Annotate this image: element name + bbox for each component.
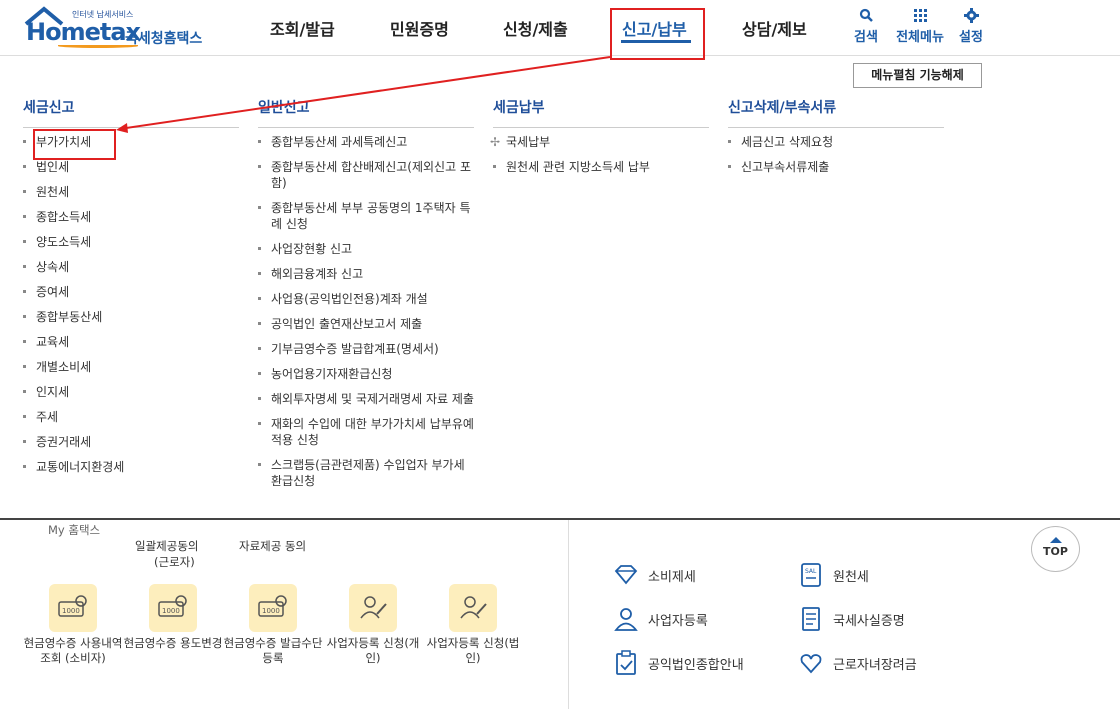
menu-item-national-tax-payment[interactable]: ✢ 국세납부 <box>490 134 709 150</box>
heart-hands-icon <box>800 654 822 674</box>
menu-item-general[interactable]: 스크랩등(금관련제품) 수입업자 부가세 환급신청 <box>258 457 474 489</box>
menu-column-title: 세금신고 <box>23 96 239 128</box>
menu-column-general-report: 일반신고 종합부동산세 과세특례신고 종합부동산세 합산배제신고(제외신고 포함… <box>258 96 474 498</box>
menu-item-local-income-tax-payment[interactable]: 원천세 관련 지방소득세 납부 <box>493 159 709 175</box>
receipt-search-icon[interactable]: 1000 <box>249 584 297 632</box>
menu-expand-disable-button[interactable]: 메뉴펼침 기능해제 <box>853 63 982 88</box>
nav-item-inquiry[interactable]: 조회/발급 <box>270 0 335 56</box>
menu-item-gift-tax[interactable]: 증여세 <box>23 284 239 300</box>
person-pen-icon[interactable] <box>349 584 397 632</box>
menu-item-general[interactable]: 해외투자명세 및 국제거래명세 자료 제출 <box>258 391 474 407</box>
menu-item-general[interactable]: 공익법인 출연재산보고서 제출 <box>258 316 474 332</box>
menu-item-general[interactable]: 재화의 수입에 대한 부가가치세 납부유예 적용 신청 <box>258 416 474 448</box>
menu-column-title: 신고삭제/부속서류 <box>728 96 944 128</box>
menu-item-capital-gains-tax[interactable]: 양도소득세 <box>23 234 239 250</box>
menu-column-tax-payment: 세금납부 ✢ 국세납부 원천세 관련 지방소득세 납부 <box>490 96 709 184</box>
menu-item-general[interactable]: 해외금융계좌 신고 <box>258 266 474 282</box>
expand-plus-icon: ✢ <box>490 135 501 149</box>
svg-text:1000: 1000 <box>62 607 80 615</box>
document-icon <box>802 607 820 631</box>
search-icon <box>836 8 896 26</box>
svg-text:SAL: SAL <box>805 568 817 575</box>
link-tax-certificate[interactable]: 국세사실증명 <box>802 607 905 631</box>
search-label: 검색 <box>854 30 878 45</box>
link-child-incentive[interactable]: 근로자녀장려금 <box>800 654 917 674</box>
header: 인터넷 납세서비스 Hometax 국세청홈택스 조회/발급 민원증명 신청/제… <box>0 0 1120 56</box>
menu-item-delete-request[interactable]: 세금신고 삭제요청 <box>728 134 944 150</box>
menu-item-income-tax[interactable]: 종합소득세 <box>23 209 239 225</box>
menu-column-title: 일반신고 <box>258 96 474 128</box>
caret-up-icon <box>1049 537 1062 543</box>
tile-label[interactable]: 사업자등록 신청(개인) <box>323 636 423 666</box>
menu-item-corporate-tax[interactable]: 법인세 <box>23 159 239 175</box>
nav-item-consult[interactable]: 상담/제보 <box>742 0 807 56</box>
annotation-box-nav <box>610 8 705 60</box>
logo-swoosh <box>58 44 138 48</box>
tile-label[interactable]: 사업자등록 신청(법인) <box>423 636 523 666</box>
settings-label: 설정 <box>959 30 983 45</box>
scroll-top-button[interactable]: TOP <box>1031 526 1080 572</box>
menu-column-title: 세금납부 <box>493 96 709 128</box>
tile-label[interactable]: 현금영수증 발급수단 등록 <box>223 636 323 666</box>
link-consumption-tax[interactable]: 소비제세 <box>614 565 696 585</box>
menu-item-general[interactable]: 종합부동산세 부부 공동명의 1주택자 특례 신청 <box>258 200 474 232</box>
menu-item-education-tax[interactable]: 교육세 <box>23 334 239 350</box>
link-business-registration[interactable]: 사업자등록 <box>614 608 708 631</box>
menu-item-attachment-submit[interactable]: 신고부속서류제출 <box>728 159 944 175</box>
menu-item-real-estate-tax[interactable]: 종합부동산세 <box>23 309 239 325</box>
clipboard-icon <box>616 650 636 675</box>
receipt-icon: SAL <box>801 563 821 587</box>
person-icon <box>614 608 638 631</box>
menu-column-report-delete: 신고삭제/부속서류 세금신고 삭제요청 신고부속서류제출 <box>728 96 944 184</box>
partial-label: My 홈택스 <box>48 523 101 537</box>
hometax-logo[interactable]: 인터넷 납세서비스 Hometax 국세청홈택스 <box>22 6 212 48</box>
nav-item-application[interactable]: 신청/제출 <box>503 0 568 56</box>
nav-item-certificate[interactable]: 민원증명 <box>390 0 449 56</box>
partial-label: (근로자) <box>154 555 195 569</box>
menu-item-general[interactable]: 농어업용기자재환급신청 <box>258 366 474 382</box>
annotation-box-vat <box>33 129 116 160</box>
menu-item-general[interactable]: 사업용(공익법인전용)계좌 개설 <box>258 291 474 307</box>
menu-item-general[interactable]: 기부금영수증 발급합계표(명세서) <box>258 341 474 357</box>
menu-item-consumption-tax[interactable]: 개별소비세 <box>23 359 239 375</box>
menu-item-general[interactable]: 종합부동산세 과세특례신고 <box>258 134 474 150</box>
svg-text:1000: 1000 <box>162 607 180 615</box>
section-divider <box>568 520 569 709</box>
menu-item-general[interactable]: 사업장현황 신고 <box>258 241 474 257</box>
search-button[interactable]: 검색 <box>836 8 896 45</box>
menu-item-inheritance-tax[interactable]: 상속세 <box>23 259 239 275</box>
gear-icon <box>941 8 1001 26</box>
menu-item-withholding-tax[interactable]: 원천세 <box>23 184 239 200</box>
link-withholding-tax[interactable]: SAL 원천세 <box>801 563 869 587</box>
menu-item-general[interactable]: 종합부동산세 합산배제신고(제외신고 포함) <box>258 159 474 191</box>
receipt-search-icon[interactable]: 1000 <box>149 584 197 632</box>
menu-item-stamp-tax[interactable]: 인지세 <box>23 384 239 400</box>
diamond-icon <box>614 565 638 585</box>
tile-label[interactable]: 현금영수증 용도변경 <box>123 636 223 651</box>
partial-label: 자료제공 동의 <box>239 539 307 553</box>
partial-label: 일괄제공동의 <box>135 539 199 553</box>
settings-button[interactable]: 설정 <box>941 8 1001 45</box>
tile-label[interactable]: 현금영수증 사용내역조회 (소비자) <box>23 636 123 666</box>
person-pen-icon[interactable] <box>449 584 497 632</box>
menu-item-energy-tax[interactable]: 교통에너지환경세 <box>23 459 239 475</box>
menu-item-securities-tax[interactable]: 증권거래세 <box>23 434 239 450</box>
svg-text:1000: 1000 <box>262 607 280 615</box>
logo-brand: Hometax <box>26 18 141 46</box>
all-menu-label: 전체메뉴 <box>896 30 944 45</box>
link-public-interest-guide[interactable]: 공익법인종합안내 <box>616 650 744 675</box>
menu-bottom-border <box>0 518 1120 520</box>
receipt-search-icon[interactable]: 1000 <box>49 584 97 632</box>
menu-item-liquor-tax[interactable]: 주세 <box>23 409 239 425</box>
